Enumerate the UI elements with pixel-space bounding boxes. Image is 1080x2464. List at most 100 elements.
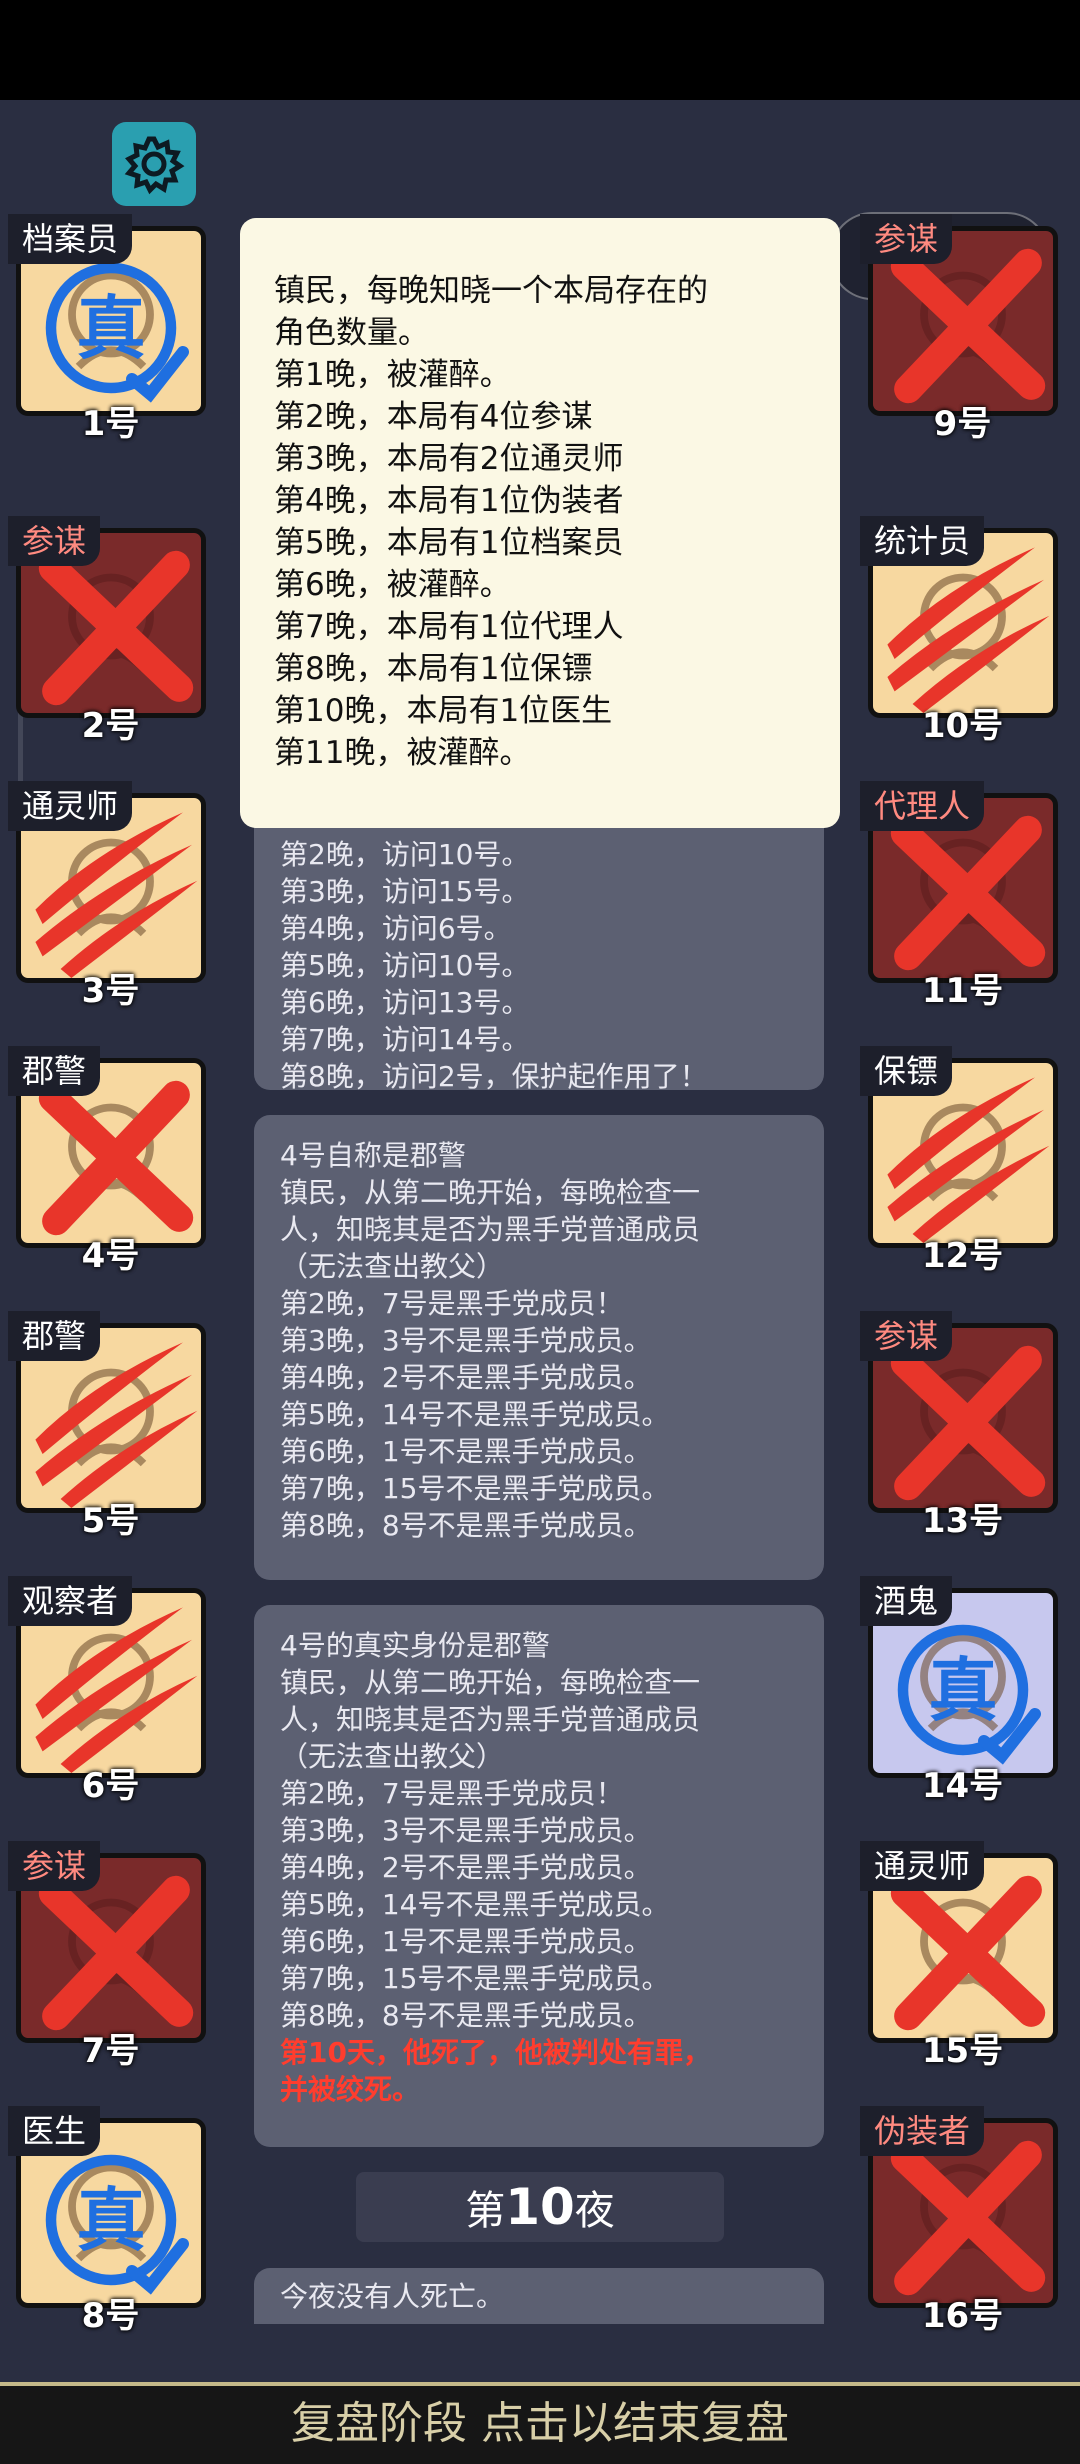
seat-number: 2号 [81, 706, 140, 746]
x-mark-icon [38, 550, 194, 706]
true-seal-icon: 真 [45, 262, 189, 403]
text-line: 4号自称是郡警 [280, 1139, 466, 1172]
svg-text:真: 真 [77, 2181, 146, 2261]
text-line: 第10天，他死了，他被判处有罪， [280, 2036, 711, 2069]
player-seat[interactable]: 参谋 13号 [860, 1311, 1065, 1541]
text-line: 第6晚，被灌醉。 [274, 567, 511, 603]
player-seat[interactable]: 真 医生 8号 [8, 2106, 213, 2336]
text-line: （无法查出教父） [280, 1250, 505, 1283]
seat-number: 14号 [921, 1766, 1004, 1806]
text-line: 第2晚，7号是黑手党成员！ [280, 1287, 624, 1320]
text-line: 人，知晓其是否为黑手党普通成员 [280, 1213, 701, 1246]
text-line: 第2晚，访问10号。 [280, 838, 530, 871]
text-line: 并被绞死。 [280, 2073, 421, 2106]
log-lines: 4号的真实身份是郡警 镇民，从第二晚开始，每晚检查一 人，知晓其是否为黑手党普通成员… [280, 1627, 798, 2034]
seat-number: 1号 [81, 404, 140, 444]
text-line: 第4晚，2号不是黑手党成员。 [280, 1851, 652, 1884]
seat-number: 13号 [921, 1501, 1004, 1541]
player-seat[interactable]: 通灵师 3号 [8, 781, 213, 1011]
text-line: 第7晚，15号不是黑手党成员。 [280, 1472, 670, 1505]
seat-number: 10号 [921, 706, 1004, 746]
text-line: 第8晚，本局有1位保镖 [274, 651, 593, 687]
night-suffix: 夜 [574, 2188, 615, 2234]
text-line: 第11晚，被灌醉。 [274, 735, 531, 771]
status-bar [0, 0, 1080, 100]
death-notice: 第10天，他死了，他被判处有罪， 并被绞死。 [280, 2034, 798, 2108]
player-seat[interactable]: 代理人 11号 [860, 781, 1065, 1011]
player-seat[interactable]: 参谋 2号 [8, 516, 213, 746]
text-line: 角色数量。 [274, 315, 429, 351]
role-label: 参谋 [860, 1311, 953, 1361]
role-label: 通灵师 [860, 1841, 985, 1891]
seat-number: 6号 [81, 1766, 140, 1806]
end-review-button[interactable]: 复盘阶段 点击以结束复盘 [0, 2382, 1080, 2464]
text-line: 第7晚，访问14号。 [280, 1023, 530, 1056]
text-line: 第6晚，1号不是黑手党成员。 [280, 1435, 652, 1468]
role-label: 保镖 [860, 1046, 953, 1096]
log-lines: 今夜没有人死亡。 [280, 2278, 798, 2315]
player-seat[interactable]: 参谋 7号 [8, 1841, 213, 2071]
role-label: 医生 [8, 2106, 101, 2156]
player-seat[interactable]: 真 档案员 1号 [8, 214, 213, 444]
player-seat[interactable]: 统计员 10号 [860, 516, 1065, 746]
player-seat[interactable]: 参谋 9号 [860, 214, 1065, 444]
night-header: 第10夜 [356, 2172, 724, 2242]
role-label: 统计员 [860, 516, 985, 566]
seat-number: 7号 [81, 2031, 140, 2071]
seat-number: 4号 [81, 1236, 140, 1276]
player-seat[interactable]: 保镖 12号 [860, 1046, 1065, 1276]
player-seat[interactable]: 观察者 6号 [8, 1576, 213, 1806]
text-line: 第5晚，14号不是黑手党成员。 [280, 1398, 670, 1431]
text-line: 第1晚，被灌醉。 [274, 357, 511, 393]
text-line: 第8晚，访问2号，保护起作用了！ [280, 1060, 708, 1093]
seat-number: 15号 [921, 2031, 1004, 2071]
text-line: 4号的真实身份是郡警 [280, 1629, 550, 1662]
seat-number: 5号 [81, 1501, 140, 1541]
true-seal-icon: 真 [897, 1624, 1041, 1765]
text-line: （无法查出教父） [280, 1740, 505, 1773]
text-line: 第5晚，14号不是黑手党成员。 [280, 1888, 670, 1921]
seat-number: 8号 [81, 2296, 140, 2336]
text-line: 第4晚，2号不是黑手党成员。 [280, 1361, 652, 1394]
role-info-popup[interactable]: 镇民，每晚知晓一个本局存在的 角色数量。 第1晚，被灌醉。 第2晚，本局有4位参谋 第3… [240, 218, 840, 828]
text-line: 第3晚，访问15号。 [280, 875, 530, 908]
role-label: 郡警 [8, 1311, 101, 1361]
player-seat[interactable]: 通灵师 15号 [860, 1841, 1065, 2071]
svg-text:真: 真 [929, 1651, 998, 1731]
text-line: 第6晚，访问13号。 [280, 986, 530, 1019]
x-mark-icon [890, 1875, 1046, 2031]
night-number: 10 [505, 2178, 575, 2236]
role-label: 参谋 [8, 1841, 101, 1891]
log-card-true-role: 4号的真实身份是郡警 镇民，从第二晚开始，每晚检查一 人，知晓其是否为黑手党普通成员… [254, 1605, 824, 2147]
player-seat[interactable]: 郡警 5号 [8, 1311, 213, 1541]
log-card-guard: 第2晚，访问10号。 第3晚，访问15号。 第4晚，访问6号。 第5晚，访问10号。第… [254, 800, 824, 1093]
settings-button[interactable] [112, 122, 196, 206]
text-line: 第2晚，本局有4位参谋 [274, 399, 593, 435]
role-label: 酒鬼 [860, 1576, 953, 1626]
text-line: 今夜没有人死亡。 [280, 2280, 505, 2313]
text-line: 人，知晓其是否为黑手党普通成员 [280, 1703, 701, 1736]
true-seal-icon: 真 [45, 2154, 189, 2295]
log-lines: 4号自称是郡警 镇民，从第二晚开始，每晚检查一 人，知晓其是否为黑手党普通成员 （无法… [280, 1137, 798, 1544]
x-mark-icon [38, 1875, 194, 2031]
player-seat[interactable]: 伪装者 16号 [860, 2106, 1065, 2336]
role-label: 参谋 [8, 516, 101, 566]
role-label: 郡警 [8, 1046, 101, 1096]
night-prefix: 第 [465, 2188, 506, 2234]
seat-number: 16号 [921, 2296, 1004, 2336]
text-line: 第3晚，3号不是黑手党成员。 [280, 1814, 652, 1847]
x-mark-icon [890, 2140, 1046, 2296]
text-line: 第5晚，本局有1位档案员 [274, 525, 624, 561]
text-line: 第3晚，3号不是黑手党成员。 [280, 1324, 652, 1357]
player-seat[interactable]: 郡警 4号 [8, 1046, 213, 1276]
text-line: 第2晚，7号是黑手党成员！ [280, 1777, 624, 1810]
x-mark-icon [38, 1080, 194, 1236]
role-label: 代理人 [860, 781, 985, 831]
log-card-claimed-role: 4号自称是郡警 镇民，从第二晚开始，每晚检查一 人，知晓其是否为黑手党普通成员 （无法… [254, 1115, 824, 1580]
log-card-night10: 今夜没有人死亡。 [254, 2268, 824, 2324]
text-line: 第8晚，8号不是黑手党成员。 [280, 1509, 652, 1542]
seat-number: 11号 [921, 971, 1004, 1011]
player-seat[interactable]: 真 酒鬼 14号 [860, 1576, 1065, 1806]
seat-number: 9号 [933, 404, 992, 444]
text-line: 镇民，每晚知晓一个本局存在的 [274, 273, 708, 309]
